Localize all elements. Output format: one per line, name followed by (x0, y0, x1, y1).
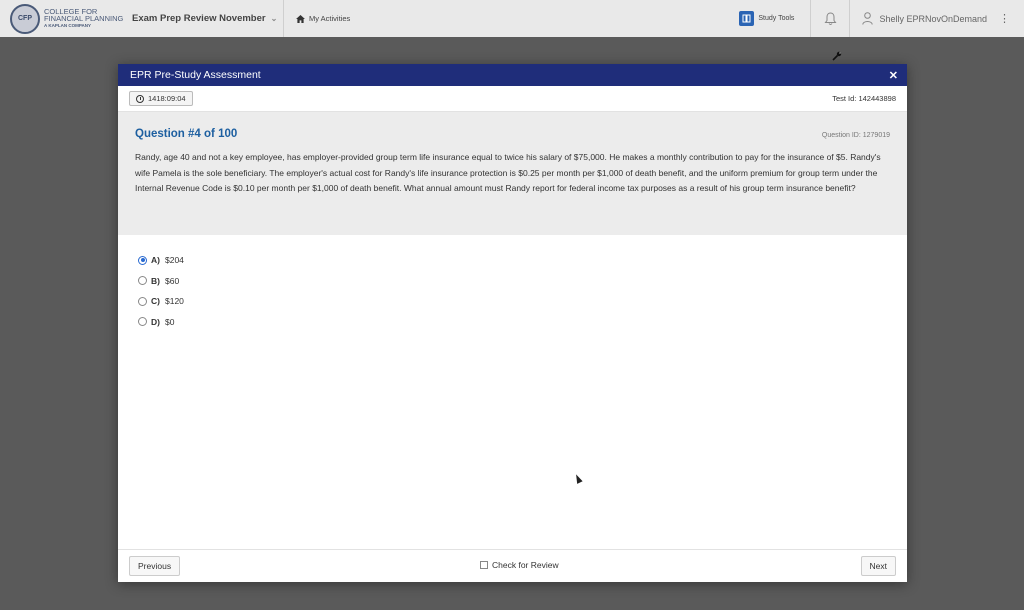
option-letter: C) (151, 296, 160, 307)
answer-option-c[interactable]: C) $120 (138, 291, 907, 312)
review-label: Check for Review (492, 560, 559, 570)
question-panel: Question #4 of 100 Question ID: 1279019 … (118, 112, 907, 235)
clock-icon (136, 94, 144, 103)
my-activities-label: My Activities (309, 14, 351, 23)
wrench-icon[interactable] (832, 51, 842, 64)
user-menu[interactable]: Shelly EPRNovOnDemand ⋮ (850, 12, 1024, 25)
timer-button[interactable]: 1418:09:04 (129, 91, 193, 106)
user-icon (862, 12, 874, 25)
course-dropdown[interactable]: Exam Prep Review November ⌄ (126, 13, 283, 24)
study-tools-button[interactable]: Study Tools (739, 11, 810, 26)
option-text: $60 (164, 275, 180, 286)
test-id: Test Id: 142443898 (832, 94, 896, 103)
more-options-icon[interactable]: ⋮ (999, 12, 1010, 25)
answer-option-a[interactable]: A) $204 (138, 250, 907, 271)
radio-button[interactable] (138, 255, 147, 265)
chevron-down-icon: ⌄ (270, 14, 278, 23)
previous-button[interactable]: Previous (129, 556, 181, 576)
modal-subbar: 1418:09:04 Test Id: 142443898 (118, 86, 907, 112)
my-activities-link[interactable]: My Activities (284, 14, 350, 23)
option-text: $120 (164, 296, 184, 307)
logo-text: COLLEGE FOR FINANCIAL PLANNING A KAPLAN … (44, 7, 124, 28)
study-tools-label: Study Tools (758, 15, 795, 22)
option-text: $0 (164, 316, 175, 327)
option-letter: A) (151, 255, 160, 266)
radio-button[interactable] (138, 276, 147, 286)
logo-seal: CFP (10, 3, 40, 34)
modal-title: EPR Pre-Study Assessment (130, 69, 261, 81)
option-text: $204 (164, 255, 184, 266)
review-checkbox[interactable] (480, 561, 488, 569)
home-icon (296, 14, 305, 23)
assessment-modal: EPR Pre-Study Assessment ✕ 1418:09:04 Te… (118, 64, 907, 582)
book-icon (739, 11, 755, 26)
close-icon[interactable]: ✕ (889, 69, 898, 82)
check-for-review[interactable]: Check for Review (480, 560, 559, 570)
bell-icon (824, 11, 837, 25)
next-button[interactable]: Next (860, 556, 896, 576)
logo[interactable]: CFP COLLEGE FOR FINANCIAL PLANNING A KAP… (0, 3, 126, 34)
course-title: Exam Prep Review November (132, 13, 266, 24)
option-letter: D) (151, 316, 160, 327)
question-id: Question ID: 1279019 (821, 132, 890, 139)
radio-button[interactable] (138, 317, 147, 327)
notifications-button[interactable] (810, 0, 851, 37)
top-app-bar: CFP COLLEGE FOR FINANCIAL PLANNING A KAP… (0, 0, 1024, 37)
answer-option-d[interactable]: D) $0 (138, 312, 907, 333)
radio-button[interactable] (138, 296, 147, 306)
modal-header: EPR Pre-Study Assessment ✕ (118, 64, 907, 86)
modal-footer: Previous Check for Review Next (118, 549, 907, 582)
timer-value: 1418:09:04 (148, 94, 186, 103)
answer-option-b[interactable]: B) $60 (138, 271, 907, 292)
question-text: Randy, age 40 and not a key employee, ha… (135, 152, 881, 193)
option-letter: B) (151, 275, 160, 286)
answer-options: A) $204 B) $60 C) $120 D) $0 (118, 235, 907, 332)
user-name: Shelly EPRNovOnDemand (879, 13, 987, 24)
question-title: Question #4 of 100 (135, 128, 238, 140)
